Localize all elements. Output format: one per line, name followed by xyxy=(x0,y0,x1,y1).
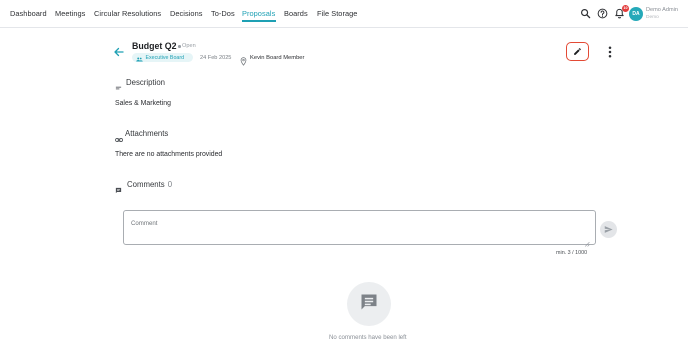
status-badge: Open xyxy=(182,42,196,49)
proposal-member: Kevin Board Member xyxy=(250,54,305,61)
group-icon xyxy=(136,49,143,67)
send-button[interactable] xyxy=(600,221,617,238)
comments-count: 0 xyxy=(167,180,173,189)
comment-input[interactable]: Comment xyxy=(123,210,596,247)
attachments-empty-text: There are no attachments provided xyxy=(115,151,223,158)
location-pin-icon xyxy=(240,53,247,66)
short-text-icon xyxy=(115,79,123,90)
nav-file-storage[interactable]: File Storage xyxy=(317,9,357,18)
nav-proposals[interactable]: Proposals xyxy=(242,9,275,18)
active-tab-indicator xyxy=(242,20,276,22)
user-organization: Demo xyxy=(646,14,659,20)
send-icon xyxy=(604,221,613,239)
comment-icon xyxy=(115,181,123,194)
search-icon[interactable] xyxy=(579,7,592,20)
nav-meetings[interactable]: Meetings xyxy=(55,9,85,18)
board-chip[interactable]: Executive Board xyxy=(132,53,193,62)
empty-comments-text: No comments have been left xyxy=(329,334,407,341)
edit-button[interactable] xyxy=(566,42,589,61)
nav-dashboard[interactable]: Dashboard xyxy=(10,9,47,18)
comments-heading: Comments 0 xyxy=(127,180,172,189)
top-navigation: Dashboard Meetings Circular Resolutions … xyxy=(0,0,688,28)
comment-char-counter: min. 3 / 1000 xyxy=(556,250,588,256)
attachments-heading: Attachments xyxy=(125,129,169,138)
description-heading: Description xyxy=(126,78,165,87)
comment-icon xyxy=(359,292,379,317)
arrow-back-icon[interactable] xyxy=(113,45,125,57)
description-text: Sales & Marketing xyxy=(115,100,171,107)
nav-boards[interactable]: Boards xyxy=(284,9,308,18)
help-icon[interactable] xyxy=(596,7,609,20)
status-dot xyxy=(178,45,181,48)
user-name[interactable]: Demo Admin xyxy=(646,7,678,13)
comment-placeholder: Comment xyxy=(131,220,158,227)
resize-handle-icon[interactable] xyxy=(584,234,590,247)
pencil-icon xyxy=(573,43,582,61)
empty-comments-illustration xyxy=(347,282,391,326)
link-icon xyxy=(115,130,123,142)
more-vertical-icon[interactable] xyxy=(605,45,615,59)
nav-todos[interactable]: To-Dos xyxy=(211,9,235,18)
board-chip-label: Executive Board xyxy=(145,54,185,61)
nav-circular-resolutions[interactable]: Circular Resolutions xyxy=(94,9,161,18)
comments-title: Comments xyxy=(127,180,165,189)
avatar[interactable]: DA xyxy=(629,7,643,21)
nav-decisions[interactable]: Decisions xyxy=(170,9,203,18)
notification-badge: 10 xyxy=(622,5,629,12)
proposal-date: 24 Feb 2025 xyxy=(200,54,232,61)
